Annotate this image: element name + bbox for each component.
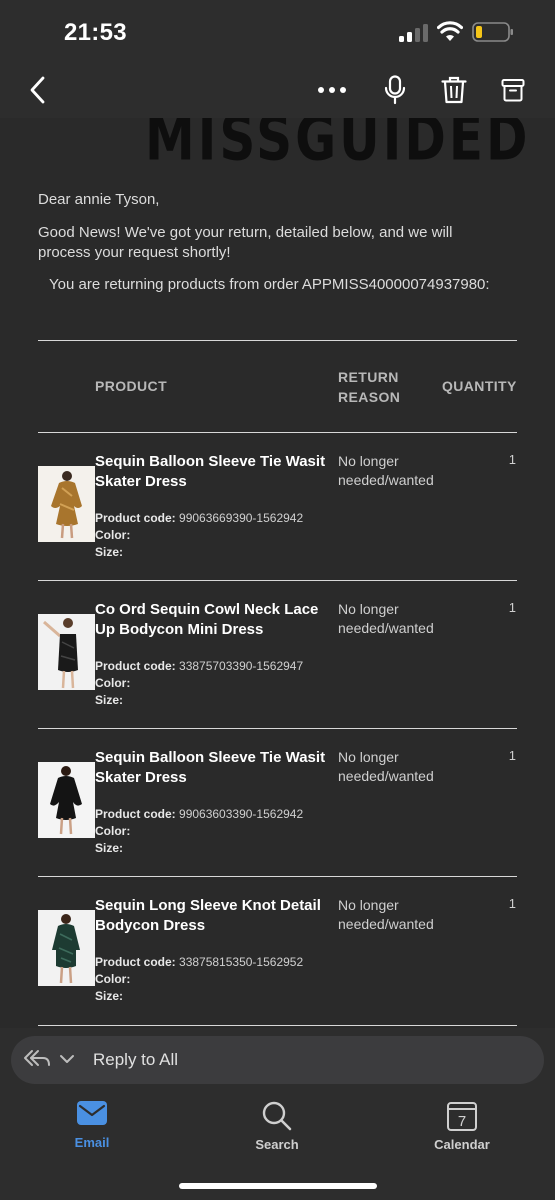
chevron-down-icon[interactable] xyxy=(59,1054,75,1064)
reply-all-icon xyxy=(24,1050,50,1066)
return-reason: No longer needed/wanted xyxy=(338,749,434,784)
product-code: 99063603390-1562942 xyxy=(179,807,304,821)
tab-bar: Email Search 7 Calendar xyxy=(0,1090,555,1200)
search-icon xyxy=(262,1101,292,1131)
return-reason: No longer needed/wanted xyxy=(338,897,434,932)
product-meta: Product code: 99063603390-1562942 Color:… xyxy=(95,806,303,857)
tab-email-label: Email xyxy=(74,1135,110,1150)
table-top-divider xyxy=(38,340,517,341)
table-row: Sequin Balloon Sleeve Tie Wasit Skater D… xyxy=(0,729,555,877)
product-image[interactable] xyxy=(38,614,95,690)
tab-calendar[interactable]: 7 Calendar xyxy=(407,1100,517,1152)
return-reason: No longer needed/wanted xyxy=(338,453,434,488)
cellular-signal-icon xyxy=(399,24,428,42)
product-code: 99063669390-1562942 xyxy=(179,511,304,525)
email-greeting: Dear annie Tyson, xyxy=(38,191,160,208)
product-image[interactable] xyxy=(38,762,95,838)
reply-all-label: Reply to All xyxy=(93,1050,179,1069)
delete-button[interactable] xyxy=(436,72,472,108)
back-button[interactable] xyxy=(20,72,56,108)
tab-search[interactable]: Search xyxy=(222,1100,332,1152)
product-code-label: Product code: xyxy=(95,955,176,969)
reply-all-button[interactable]: Reply to All xyxy=(11,1036,544,1084)
dictate-button[interactable] xyxy=(377,72,413,108)
status-time: 21:53 xyxy=(64,19,127,46)
more-dots-icon xyxy=(318,87,346,93)
table-row: Co Ord Sequin Cowl Neck Lace Up Bodycon … xyxy=(0,581,555,729)
reply-bar: Reply to All xyxy=(0,1028,555,1090)
tab-email[interactable]: Email xyxy=(37,1100,147,1150)
quantity: 1 xyxy=(508,896,516,911)
table-row: Sequin Balloon Sleeve Tie Wasit Skater D… xyxy=(0,433,555,581)
color-label: Color: xyxy=(95,824,131,838)
return-reason: No longer needed/wanted xyxy=(338,601,434,636)
product-code-label: Product code: xyxy=(95,511,176,525)
product-name[interactable]: Sequin Long Sleeve Knot Detail Bodycon D… xyxy=(95,896,337,936)
status-bar: 21:53 xyxy=(0,0,555,62)
trash-icon xyxy=(441,76,467,104)
archive-box-icon xyxy=(501,79,525,102)
product-name[interactable]: Co Ord Sequin Cowl Neck Lace Up Bodycon … xyxy=(95,600,337,640)
product-code: 33875815350-1562952 xyxy=(179,955,304,969)
more-options-button[interactable] xyxy=(314,72,350,108)
home-indicator[interactable] xyxy=(179,1183,377,1189)
microphone-icon xyxy=(384,75,406,105)
product-code-label: Product code: xyxy=(95,659,176,673)
row-divider xyxy=(38,1025,517,1026)
product-meta: Product code: 99063669390-1562942 Color:… xyxy=(95,510,303,561)
brand-logo: MISSGUIDED xyxy=(145,118,531,175)
quantity: 1 xyxy=(508,748,516,763)
tab-calendar-label: Calendar xyxy=(434,1137,490,1152)
battery-icon xyxy=(472,22,513,42)
dress-photo-gold xyxy=(38,466,95,542)
wifi-icon xyxy=(437,21,463,41)
email-content: MISSGUIDED Dear annie Tyson, Good News! … xyxy=(0,118,555,1028)
product-name[interactable]: Sequin Balloon Sleeve Tie Wasit Skater D… xyxy=(95,748,337,788)
calendar-day: 7 xyxy=(458,1113,466,1130)
header-product: PRODUCT xyxy=(95,378,168,394)
email-intro: Good News! We've got your return, detail… xyxy=(38,224,453,261)
product-name[interactable]: Sequin Balloon Sleeve Tie Wasit Skater D… xyxy=(95,452,337,492)
size-label: Size: xyxy=(95,693,124,707)
chevron-left-icon xyxy=(30,76,45,104)
archive-button[interactable] xyxy=(495,72,531,108)
color-label: Color: xyxy=(95,972,131,986)
table-row: Sequin Long Sleeve Knot Detail Bodycon D… xyxy=(0,877,555,1025)
product-meta: Product code: 33875815350-1562952 Color:… xyxy=(95,954,303,1005)
size-label: Size: xyxy=(95,841,124,855)
quantity: 1 xyxy=(508,600,516,615)
product-meta: Product code: 33875703390-1562947 Color:… xyxy=(95,658,303,709)
product-code-label: Product code: xyxy=(95,807,176,821)
tab-search-label: Search xyxy=(255,1137,299,1152)
product-image[interactable] xyxy=(38,466,95,542)
product-image[interactable] xyxy=(38,910,95,986)
color-label: Color: xyxy=(95,528,131,542)
dress-photo-black-sequin xyxy=(38,614,95,690)
color-label: Color: xyxy=(95,676,131,690)
product-code: 33875703390-1562947 xyxy=(179,659,304,673)
dress-photo-black xyxy=(38,762,95,838)
email-icon xyxy=(77,1101,107,1125)
order-line: You are returning products from order AP… xyxy=(49,276,490,293)
header-quantity: QUANTITY xyxy=(442,378,517,394)
dress-photo-green-sequin xyxy=(38,910,95,986)
header-return-reason: RETURN REASON xyxy=(338,369,401,405)
quantity: 1 xyxy=(508,452,516,467)
message-toolbar xyxy=(0,62,555,118)
size-label: Size: xyxy=(95,545,124,559)
size-label: Size: xyxy=(95,989,124,1003)
calendar-icon: 7 xyxy=(447,1102,477,1131)
